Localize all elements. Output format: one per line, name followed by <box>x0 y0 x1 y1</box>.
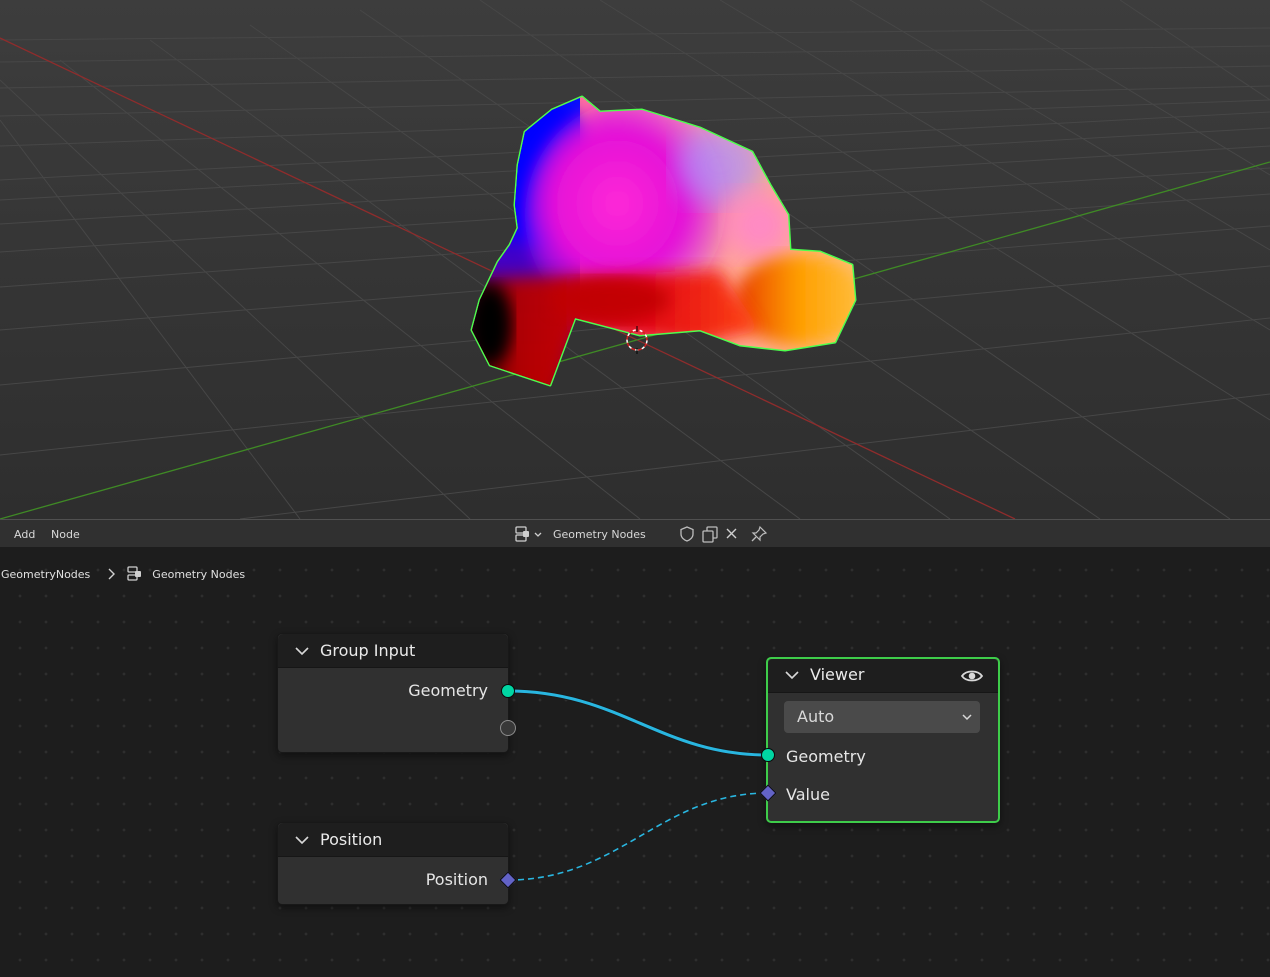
node-tree-name-field[interactable]: Geometry Nodes <box>553 528 646 541</box>
node-menu[interactable]: Node <box>51 528 80 541</box>
position-node-header[interactable]: Position <box>278 823 508 857</box>
duplicate-icon[interactable] <box>701 525 719 543</box>
viewer-node-title: Viewer <box>810 665 865 684</box>
viewer-node-header[interactable]: Viewer <box>768 659 998 693</box>
pin-icon[interactable] <box>750 525 768 543</box>
geometry-link[interactable] <box>507 689 769 757</box>
node-editor-header: Add Node Geometry Nodes <box>0 519 1270 547</box>
position-output-label: Position <box>425 870 488 889</box>
group-input-node-title: Group Input <box>320 641 416 660</box>
viewer-value-label: Value <box>786 785 830 804</box>
node-editor-canvas[interactable]: GeometryNodes Geometry Nodes Group Input… <box>0 547 1270 977</box>
group-input-node-header[interactable]: Group Input <box>278 634 508 668</box>
viewport-scene <box>0 0 1270 519</box>
collapse-chevron-icon[interactable] <box>294 834 310 846</box>
chevron-down-icon <box>962 714 972 721</box>
3d-viewport[interactable] <box>0 0 1270 519</box>
fake-user-shield-icon[interactable] <box>678 525 696 543</box>
group-input-empty-socket[interactable] <box>500 720 516 736</box>
group-input-node[interactable]: Group Input Geometry <box>277 633 509 753</box>
node-links <box>507 688 769 881</box>
viewer-geometry-label: Geometry <box>786 747 866 766</box>
collapse-chevron-icon[interactable] <box>784 669 800 681</box>
viewer-node[interactable]: Viewer Auto Geometry Value <box>766 657 1000 823</box>
position-node-title: Position <box>320 830 383 849</box>
add-menu[interactable]: Add <box>14 528 35 541</box>
viewer-domain-value: Auto <box>797 707 835 726</box>
unlink-icon[interactable] <box>723 525 741 543</box>
group-input-geometry-socket[interactable] <box>501 684 515 698</box>
node-tree-type-icon[interactable] <box>513 525 543 543</box>
value-link[interactable] <box>507 792 769 881</box>
position-node[interactable]: Position Position <box>277 822 509 905</box>
group-input-geometry-label: Geometry <box>408 681 488 700</box>
viewer-geometry-socket[interactable] <box>761 748 775 762</box>
collapse-chevron-icon[interactable] <box>294 645 310 657</box>
eye-icon[interactable] <box>960 667 984 685</box>
viewer-domain-dropdown[interactable]: Auto <box>784 701 980 733</box>
